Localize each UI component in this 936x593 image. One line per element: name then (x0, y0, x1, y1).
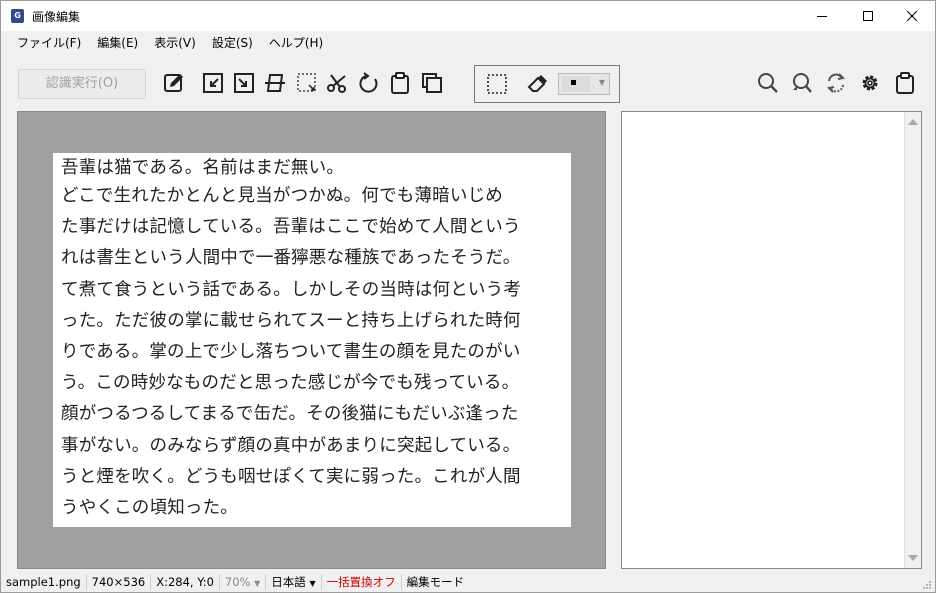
minimize-button[interactable] (799, 1, 845, 31)
image-text-line: うやくこの頃知った。 (61, 497, 238, 518)
gear-icon (862, 75, 878, 91)
image-text-line: 吾輩は猫である。名前はまだ無い。 (61, 158, 345, 178)
ocr-result-textarea[interactable] (621, 111, 922, 569)
refresh-button[interactable] (824, 71, 848, 95)
maximize-button[interactable] (845, 1, 891, 31)
scanned-image: 吾輩は猫である。名前はまだ無い。 どこで生れたかとんと見当がつかぬ。何でも薄暗い… (53, 153, 571, 527)
language-value: 日本語 (271, 574, 306, 589)
search-button[interactable] (756, 71, 780, 95)
image-text-line: どこで生れたかとんと見当がつかぬ。何でも薄暗いじめ (61, 186, 503, 206)
menu-help[interactable]: ヘルプ(H) (261, 31, 331, 55)
menu-edit[interactable]: 編集(E) (89, 31, 146, 55)
zoom-dropdown[interactable]: 70% ▼ (220, 573, 267, 590)
status-dimensions: 740×536 (87, 573, 152, 590)
rect-select-button[interactable] (485, 72, 509, 96)
title-bar: G 画像編集 (1, 1, 935, 31)
cut-button[interactable] (325, 71, 349, 95)
paste-button[interactable] (388, 71, 412, 95)
chevron-down-icon: ▼ (254, 578, 261, 588)
window-title: 画像編集 (32, 10, 81, 24)
status-bar: sample1.png 740×536 X:284, Y:0 70% ▼ 日本語… (1, 571, 935, 592)
copy-button[interactable] (420, 71, 444, 95)
edit-icon (164, 74, 183, 92)
flip-icon (265, 74, 285, 92)
image-canvas[interactable]: 吾輩は猫である。名前はまだ無い。 どこで生れたかとんと見当がつかぬ。何でも薄暗い… (17, 111, 606, 569)
settings-button[interactable] (858, 71, 882, 95)
image-text-line: 顔がつるつるしてまるで缶だ。その後猫にもだいぶ逢った (61, 404, 519, 425)
image-text-line: う。この時妙なものだと思った感じが今でも残っている。 (61, 373, 520, 394)
run-ocr-button[interactable]: 認識実行(O) (18, 69, 146, 99)
color-dot (571, 80, 576, 85)
close-button[interactable] (889, 1, 935, 31)
color-picker[interactable]: ▼ (558, 73, 610, 95)
search-replace-icon (793, 73, 812, 93)
scroll-up-icon[interactable] (908, 119, 918, 125)
vertical-scrollbar[interactable] (904, 112, 921, 568)
close-icon (906, 10, 918, 22)
image-text-line: 事がない。のみならず顔の真中があまりに突起している。 (61, 435, 521, 456)
menu-view[interactable]: 表示(V) (146, 31, 204, 55)
image-text-lines: 吾輩は猫である。名前はまだ無い。 どこで生れたかとんと見当がつかぬ。何でも薄暗い… (61, 153, 571, 524)
search-icon (758, 73, 778, 93)
minimize-icon (817, 16, 827, 17)
eraser-button[interactable] (525, 72, 549, 96)
zoom-value: 70% (224, 574, 251, 589)
image-text-line: た事だけは記憶している。吾輩はここで始めて人間という (61, 217, 521, 238)
chevron-down-icon: ▼ (309, 578, 316, 588)
app-window: G 画像編集 ファイル(F) 編集(E) 表示(V) 設定(S) ヘルプ(H) … (0, 0, 936, 593)
selection-corner-button[interactable] (295, 71, 319, 95)
refresh-icon (826, 73, 846, 93)
maximize-icon (863, 11, 873, 21)
crop-right-icon (234, 73, 254, 93)
crop-right-button[interactable] (232, 71, 256, 95)
image-text-line: れは書生という人間中で一番獰悪な種族であったそうだ。 (61, 248, 521, 269)
crop-left-icon (203, 73, 223, 93)
menu-file[interactable]: ファイル(F) (9, 31, 89, 55)
scroll-down-icon[interactable] (908, 555, 918, 561)
scissors-icon (327, 74, 346, 93)
paste-icon (391, 72, 409, 94)
search-replace-button[interactable] (790, 71, 814, 95)
resize-grip-icon[interactable] (922, 580, 932, 590)
menu-settings[interactable]: 設定(S) (204, 31, 261, 55)
selection-corner-icon (297, 73, 316, 92)
menu-bar: ファイル(F) 編集(E) 表示(V) 設定(S) ヘルプ(H) (1, 31, 935, 55)
clipboard-icon (896, 72, 914, 94)
copy-icon (422, 73, 442, 93)
rect-select-icon (487, 74, 507, 94)
mode-status: 編集モード (406, 574, 465, 589)
status-filename: sample1.png (1, 573, 87, 590)
rotate-icon (359, 72, 378, 93)
app-icon: G (11, 9, 24, 23)
image-text-line: うと煙を吹く。どうも咽せぽくて実に弱った。これが人間 (61, 466, 521, 487)
language-dropdown[interactable]: 日本語 ▼ (266, 573, 322, 590)
replace-all-status[interactable]: 一括置換オフ (322, 573, 402, 590)
edit-button[interactable] (162, 71, 186, 95)
image-text-line: て煮て食うという話である。しかしその当時は何という考 (61, 279, 522, 300)
toolbar: 認識実行(O) ▼ (1, 59, 935, 107)
status-coordinates: X:284, Y:0 (151, 573, 220, 590)
crop-left-button[interactable] (201, 71, 225, 95)
eraser-icon (527, 75, 547, 92)
edit-tool-group: ▼ (474, 65, 620, 103)
chevron-down-icon: ▼ (598, 78, 605, 87)
image-text-line: った。ただ彼の掌に載せられてスーと持ち上げられた時何 (61, 310, 521, 331)
color-swatch (562, 76, 590, 92)
clipboard-button[interactable] (893, 71, 917, 95)
flip-button[interactable] (263, 71, 287, 95)
rotate-button[interactable] (357, 71, 381, 95)
image-text-line: りである。掌の上で少し落ちついて書生の顔を見たのがい (61, 341, 521, 362)
